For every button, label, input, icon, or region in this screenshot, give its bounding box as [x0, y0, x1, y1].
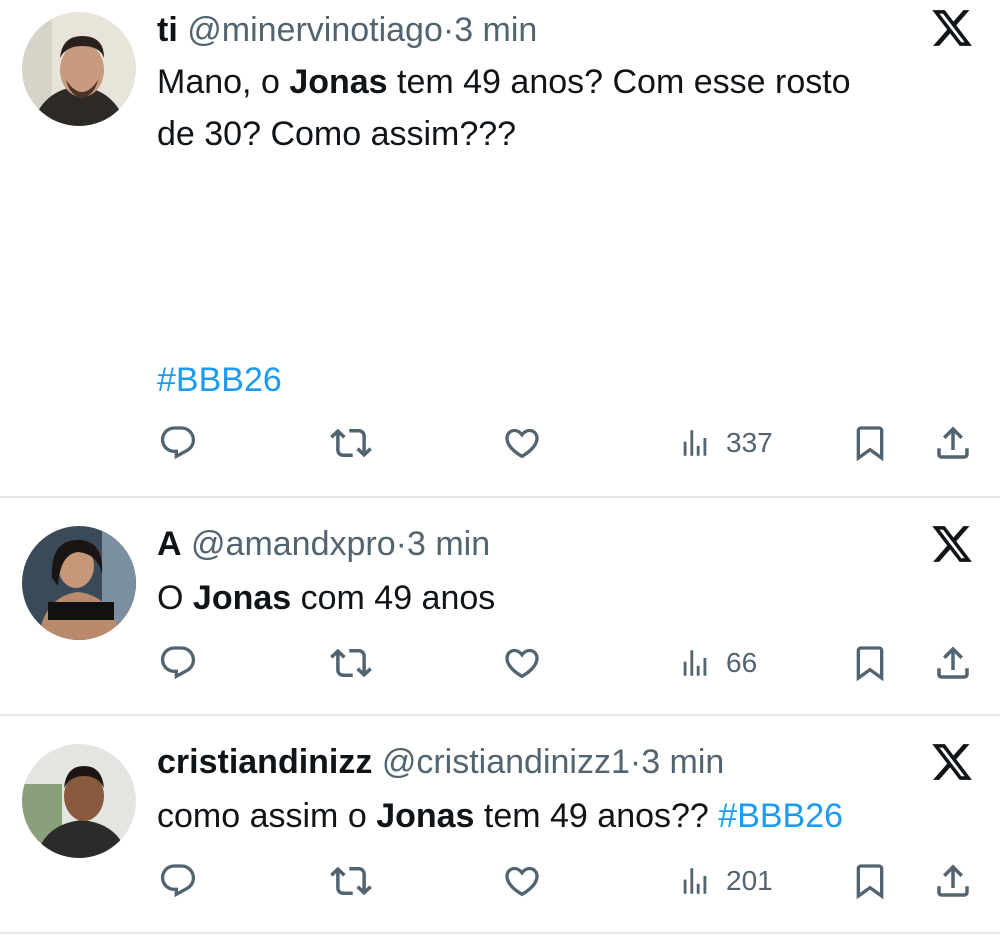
x-logo-icon: [932, 526, 972, 562]
reply-icon: [160, 864, 196, 898]
retweet-icon: [330, 428, 372, 458]
tweet-text: Mano, o Jonas tem 49 anos? Com esse rost…: [157, 56, 957, 160]
action-bar: 337: [0, 418, 1000, 468]
user-handle[interactable]: @cristiandinizz1: [382, 743, 630, 781]
tweet-1[interactable]: ti @minervinotiago·3 min Mano, o Jonas t…: [0, 0, 1000, 496]
heart-icon: [505, 428, 539, 459]
user-handle[interactable]: @amandxpro: [191, 525, 396, 563]
tweet-header: ti @minervinotiago·3 min: [157, 10, 537, 50]
like-button[interactable]: [502, 638, 542, 688]
bookmark-button[interactable]: [850, 856, 890, 906]
separator: ·: [395, 525, 407, 563]
text-bold: Jonas: [289, 63, 388, 101]
tweet-text: O Jonas com 49 anos: [157, 572, 957, 624]
divider: [0, 932, 1000, 934]
views-icon: [683, 430, 707, 456]
x-logo-icon: [932, 10, 972, 46]
share-icon: [937, 426, 969, 459]
views-button[interactable]: 201: [678, 856, 773, 906]
text-bold: Jonas: [192, 579, 292, 617]
text-segment: O: [157, 579, 193, 617]
bookmark-icon: [856, 426, 884, 462]
views-button[interactable]: 66: [678, 638, 757, 688]
reply-button[interactable]: [158, 638, 198, 688]
display-name[interactable]: A: [157, 525, 182, 563]
like-button[interactable]: [502, 856, 542, 906]
heart-icon: [505, 866, 539, 897]
tweet-2[interactable]: A @amandxpro·3 min O Jonas com 49 anos 6…: [0, 498, 1000, 714]
views-count: 201: [726, 865, 773, 896]
heart-icon: [505, 648, 539, 679]
reply-icon: [160, 646, 196, 680]
views-button[interactable]: 337: [678, 418, 773, 468]
text-segment: tem 49 anos??: [474, 797, 719, 835]
display-name[interactable]: cristiandinizz: [157, 743, 372, 781]
separator: ·: [442, 11, 455, 49]
hashtag-link[interactable]: #BBB26: [157, 361, 282, 399]
views-count: 337: [726, 427, 773, 458]
bookmark-button[interactable]: [850, 638, 890, 688]
retweet-icon: [330, 648, 372, 678]
separator: ·: [629, 743, 642, 781]
hashtag-link[interactable]: #BBB26: [718, 797, 843, 835]
text-bold: Jonas: [376, 797, 475, 835]
text-segment: Mano, o: [157, 63, 290, 101]
reply-button[interactable]: [158, 856, 198, 906]
bookmark-icon: [856, 864, 884, 900]
timestamp[interactable]: 3 min: [407, 525, 490, 563]
retweet-button[interactable]: [330, 418, 372, 468]
share-button[interactable]: [932, 418, 974, 468]
tweet-header: cristiandinizz @cristiandinizz1·3 min: [157, 742, 724, 782]
text-segment: com 49 anos: [291, 579, 496, 617]
timestamp[interactable]: 3 min: [454, 11, 537, 49]
text-segment: tem 49 anos? Com esse rosto: [387, 63, 851, 101]
share-button[interactable]: [932, 638, 974, 688]
retweet-button[interactable]: [330, 856, 372, 906]
avatar[interactable]: [22, 526, 136, 640]
share-icon: [937, 864, 969, 897]
bookmark-icon: [856, 646, 884, 682]
action-bar: 66: [0, 638, 1000, 688]
text-segment: como assim o: [157, 797, 377, 835]
share-icon: [937, 646, 969, 679]
timestamp[interactable]: 3 min: [641, 743, 724, 781]
action-bar: 201: [0, 856, 1000, 906]
tweet-text: como assim o Jonas tem 49 anos?? #BBB26: [157, 790, 957, 842]
tweet-header: A @amandxpro·3 min: [157, 524, 490, 564]
x-logo-icon: [932, 744, 972, 780]
retweet-icon: [330, 866, 372, 896]
views-icon: [683, 650, 707, 676]
retweet-button[interactable]: [330, 638, 372, 688]
hashtag-line: #BBB26: [157, 354, 957, 406]
reply-icon: [160, 426, 196, 460]
tweet-3[interactable]: cristiandinizz @cristiandinizz1·3 min co…: [0, 716, 1000, 932]
views-count: 66: [726, 647, 758, 678]
like-button[interactable]: [502, 418, 542, 468]
views-icon: [683, 868, 707, 894]
text-segment: de 30? Como assim???: [157, 115, 517, 153]
user-handle[interactable]: @minervinotiago: [187, 11, 443, 49]
avatar[interactable]: [22, 744, 136, 858]
display-name[interactable]: ti: [157, 11, 178, 49]
bookmark-button[interactable]: [850, 418, 890, 468]
reply-button[interactable]: [158, 418, 198, 468]
avatar[interactable]: [22, 12, 136, 126]
share-button[interactable]: [932, 856, 974, 906]
